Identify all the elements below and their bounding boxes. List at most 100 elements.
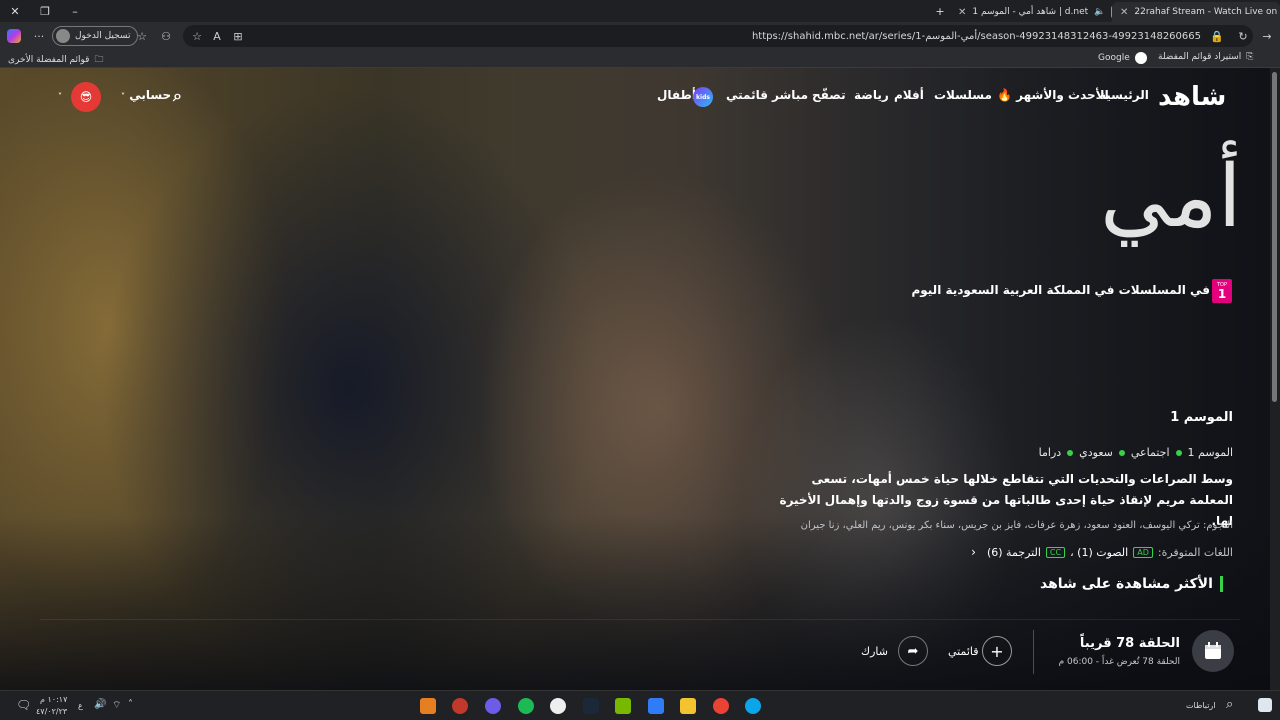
hero-backdrop (0, 68, 1270, 690)
spotify-icon[interactable] (518, 698, 534, 714)
chevron-up-icon[interactable]: ˄ (128, 699, 133, 710)
next-episode-card: الحلقة 78 قريباً الحلقة 78 تُعرض غداً - … (1040, 630, 1234, 678)
collections-icon[interactable]: ☆ (133, 26, 151, 46)
connections-label[interactable]: ارتباطات (1186, 701, 1216, 710)
site-nav: الرئيسية الأحدث والأشهر 🔥 مسلسلات أفلام … (0, 86, 1270, 108)
sign-in-label: تسجيل الدخول (75, 31, 131, 41)
nav-movies[interactable]: أفلام (894, 88, 924, 102)
accent-bar (1219, 576, 1223, 592)
top-rank-badge: TOP 1 (1212, 279, 1232, 303)
chrome-icon[interactable] (713, 698, 729, 714)
app-available-icon[interactable]: ⊞ (230, 26, 246, 46)
refresh-icon[interactable]: ↻ (1236, 26, 1250, 46)
nav-browse[interactable]: تصفّح (812, 88, 846, 102)
next-episode-title: الحلقة 78 قريباً (1079, 636, 1180, 651)
nav-account[interactable]: حسابي ˅ (121, 88, 171, 102)
audio-description-badge: AD (1133, 546, 1153, 558)
edge-icon[interactable] (745, 698, 761, 714)
browser-essentials-icon[interactable]: ⚇ (157, 26, 175, 46)
notifications-icon[interactable]: 🗨 (16, 698, 31, 712)
meta-genre-social: اجتماعي (1130, 446, 1170, 459)
app-icon[interactable] (550, 698, 566, 714)
clock-time[interactable]: ١٠:١٧ م (40, 695, 67, 704)
profile-avatar-icon (56, 29, 70, 43)
tab-title: 22rahaf Stream - Watch Live on K (1134, 7, 1280, 17)
google-bookmark[interactable]: Google (1098, 52, 1147, 64)
store-icon[interactable] (648, 698, 664, 714)
tab-kick-stream[interactable]: ✕ 22rahaf Stream - Watch Live on K (1112, 2, 1280, 22)
volume-icon[interactable]: 🔊 (94, 699, 106, 710)
add-to-list-button[interactable]: + (982, 636, 1012, 666)
nav-sports[interactable]: رياضة (854, 88, 889, 102)
show-title-art: أمي (1100, 147, 1242, 247)
more-menu-icon[interactable]: ··· (30, 26, 48, 46)
share-button[interactable]: ➦ (898, 636, 928, 666)
folder-icon: 🗀 (94, 55, 104, 65)
add-to-list-label[interactable]: قائمتي (948, 645, 979, 658)
google-label: Google (1098, 53, 1130, 63)
account-label: حسابي (129, 88, 172, 102)
other-favorites-label: قوائم المفضلة الأخرى (8, 55, 90, 65)
browser-tab-bar: ✕ ❐ – + ✕ شاهد أمي - الموسم 1 | d.net 🔈 … (0, 0, 1280, 22)
most-watched-label: الأكثر مشاهدة على شاهد (1040, 576, 1213, 592)
close-tab-icon[interactable]: ✕ (958, 7, 966, 18)
file-explorer-icon[interactable] (680, 698, 696, 714)
next-episode-subtitle: الحلقة 78 تُعرض غداً - 06:00 م (1058, 657, 1180, 667)
speaker-icon[interactable]: 🔈 (1094, 7, 1105, 17)
search-icon[interactable]: ⌕ (1226, 697, 1233, 712)
address-bar[interactable]: https://shahid.mbc.net/ar/series/1-أمي-ا… (183, 25, 1253, 47)
read-aloud-icon[interactable]: A (209, 26, 225, 46)
chevron-down-icon[interactable]: ˅ (58, 92, 62, 101)
sign-in-button[interactable]: تسجيل الدخول (52, 26, 139, 46)
nav-trending-label: الأحدث والأشهر (1016, 88, 1109, 102)
url-text: https://shahid.mbc.net/ar/series/1-أمي-ا… (751, 30, 1201, 42)
input-language[interactable]: ع (78, 701, 83, 710)
app-icon[interactable] (485, 698, 501, 714)
windows-start-icon[interactable] (1258, 698, 1272, 712)
fire-icon: 🔥 (997, 88, 1012, 102)
tab-shahid[interactable]: ✕ شاهد أمي - الموسم 1 | d.net 🔈 (950, 2, 1112, 22)
close-tab-icon[interactable]: ✕ (1120, 7, 1128, 18)
clock-date[interactable]: ٤٧/٠٢/٢٣ (36, 707, 67, 716)
nav-my-list[interactable]: قائمتي (726, 88, 768, 102)
back-icon[interactable]: → (1260, 26, 1274, 46)
divider (1033, 630, 1034, 674)
top-badge-number: 1 (1217, 286, 1227, 301)
profile-avatar[interactable]: 😎 (71, 82, 101, 112)
restore-window-button[interactable]: ❐ (30, 0, 60, 22)
bookmarks-bar: قوائم المفضلة الأخرى 🗀 Google استيراد قو… (0, 50, 1280, 68)
nvidia-icon[interactable] (615, 698, 631, 714)
dot-separator-icon (1118, 450, 1125, 456)
google-favicon-icon (1134, 52, 1147, 64)
languages-row[interactable]: اللغات المتوفرة: AD الصوت (1) ، CC الترج… (960, 545, 1233, 559)
chevron-left-icon[interactable]: ‹ (971, 545, 976, 559)
app-icon[interactable] (452, 698, 468, 714)
favorite-star-icon[interactable]: ☆ (189, 26, 205, 46)
lock-icon[interactable]: 🔒 (1210, 26, 1224, 46)
languages-label: اللغات المتوفرة: (1157, 545, 1233, 559)
share-label[interactable]: شارك (861, 645, 888, 658)
minimize-window-button[interactable]: – (60, 0, 90, 22)
close-window-button[interactable]: ✕ (0, 0, 30, 22)
dot-separator-icon (1175, 450, 1182, 456)
windows-taskbar: 🗨 ١٠:١٧ م ٤٧/٠٢/٢٣ ع 🔊 ⌔ ˄ ارتباطات ⌕ (0, 690, 1280, 720)
season-selector[interactable]: الموسم 1 (1060, 410, 1233, 425)
address-toolbar: ··· تسجيل الدخول ☆ ⚇ https://shahid.mbc.… (0, 22, 1280, 50)
import-favorites-bookmark[interactable]: استيراد قوائم المفضلة ⎘ (1158, 52, 1253, 62)
scrollbar-thumb[interactable] (1272, 72, 1277, 402)
nav-kids[interactable]: أطفال (657, 88, 696, 102)
tab-title: شاهد أمي - الموسم 1 | d.net (972, 7, 1089, 17)
app-icon[interactable] (420, 698, 436, 714)
copilot-icon[interactable] (4, 26, 24, 46)
nav-live[interactable]: مباشر (772, 88, 808, 102)
show-cast: النجوم: تركي اليوسف، العنود سعود، زهرة ع… (800, 520, 1233, 531)
share-arrow-icon: ➦ (907, 643, 919, 659)
shahid-logo[interactable]: شاهد (1158, 82, 1227, 112)
nav-series[interactable]: مسلسلات (934, 88, 992, 102)
search-icon[interactable]: ⌕ (173, 86, 182, 106)
other-favorites-folder[interactable]: قوائم المفضلة الأخرى 🗀 (8, 52, 104, 68)
wifi-icon[interactable]: ⌔ (112, 699, 121, 712)
nav-trending[interactable]: الأحدث والأشهر 🔥 (997, 88, 1109, 102)
chevron-down-icon: ˅ (121, 92, 125, 101)
steam-icon[interactable] (583, 698, 599, 714)
